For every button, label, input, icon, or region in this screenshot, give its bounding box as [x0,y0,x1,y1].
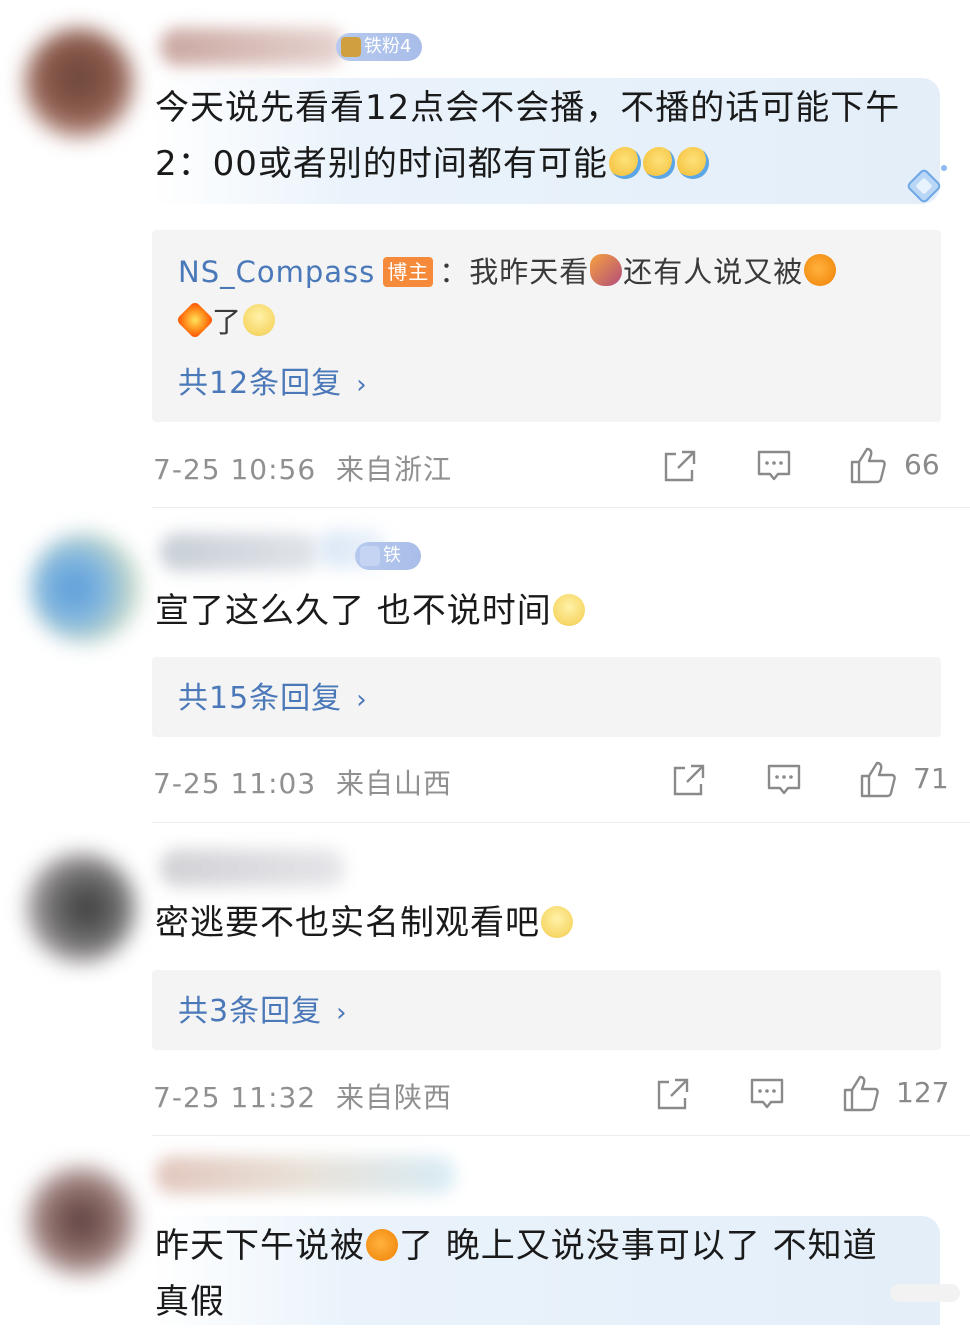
comment-time: 7-25 11:03 [153,767,317,800]
fan-badge-label: 铁粉4 [364,36,412,57]
chevron-right-icon: › [336,998,348,1028]
smile-emoji [541,906,573,938]
like-count: 71 [913,762,949,795]
orange-emoji [804,254,837,286]
reply-text-b: 还有人说又被 [623,255,804,289]
view-replies-link[interactable]: 共15条回复 › [178,673,368,717]
avatar[interactable] [24,28,134,138]
like-count: 127 [896,1076,950,1109]
reply-count-label: 共3条回复 [178,994,323,1029]
comment-icon[interactable] [749,1076,785,1112]
explosion-emoji [175,300,215,340]
comment-icon[interactable] [756,448,792,484]
comment-meta: 7-25 10:56 来自浙江 [153,448,452,488]
share-icon[interactable] [655,1076,691,1112]
badge-trophy-icon [341,37,361,57]
chevron-right-icon: › [356,685,368,715]
comment-time: 7-25 11:32 [153,1081,317,1114]
reply-author[interactable]: NS_Compass [178,255,375,289]
comment-text-body: 宣了这么久了 也不说时间 [155,591,552,631]
orange-emoji [366,1229,398,1261]
comment-time: 7-25 10:56 [153,453,317,486]
comment-meta: 7-25 11:03 来自山西 [153,762,452,802]
username[interactable] [155,1156,455,1194]
comment-item[interactable]: 铁粉4 今天说先看看12点会不会播，不播的话可能下午2：00或者别的时间都有可能… [0,0,970,508]
comment-item[interactable]: 密逃要不也实名制观看吧 共3条回复 › 7-25 11:32 来自陕西 127 [0,823,970,1136]
avatar[interactable] [26,1166,136,1276]
decoration-dots [890,1284,960,1302]
smile-emoji [243,304,276,336]
thumbs-up-icon[interactable] [841,1074,881,1114]
comment-text-b: 了 晚上又说没事可以了 不知道 [399,1226,878,1266]
reply-preview[interactable]: 共15条回复 › [152,657,941,737]
comment-icon[interactable] [766,762,802,798]
comment-text-c: 真假 [155,1282,225,1322]
reply-line: NS_Compass 博主 ：我昨天看 还有人说又被 [178,247,921,297]
reply-count-label: 共12条回复 [178,366,343,401]
comment-location: 来自浙江 [336,453,453,486]
comment-location: 来自山西 [336,767,453,800]
sweet-potato-emoji [590,254,623,286]
view-replies-link[interactable]: 共12条回复 › [178,358,368,402]
avatar[interactable] [26,853,136,963]
fan-badge: 铁粉2 [355,542,421,594]
comment-text: 密逃要不也实名制观看吧 [155,895,920,951]
comment-text: 昨天下午说被了 晚上又说没事可以了 不知道 真假 [155,1218,920,1330]
fan-badge: 铁粉4 [336,33,422,61]
reply-line-2: 了 [175,297,921,347]
laugh-cry-emoji [608,147,641,179]
laugh-cry-emoji [642,147,675,179]
badge-trophy-icon [360,546,380,566]
comment-text-a: 昨天下午说被 [155,1226,365,1266]
view-replies-link[interactable]: 共3条回复 › [178,986,348,1030]
chevron-right-icon: › [356,370,368,400]
thumbs-up-icon[interactable] [858,760,898,800]
comment-text-body: 密逃要不也实名制观看吧 [155,903,540,943]
username[interactable] [160,849,345,887]
avatar[interactable] [30,533,140,643]
reply-text-c: 了 [212,305,243,339]
laugh-cry-emoji [676,147,709,179]
like-count: 66 [904,448,940,481]
host-badge: 博主 [383,257,434,287]
comment-text-body: 今天说先看看12点会不会播，不播的话可能下午2：00或者别的时间都有可能 [155,88,901,184]
reply-preview[interactable]: NS_Compass 博主 ：我昨天看 还有人说又被 了 共12条回复 › [152,230,941,422]
comment-meta: 7-25 11:32 来自陕西 [153,1076,452,1116]
comment-location: 来自陕西 [336,1081,453,1114]
reply-preview[interactable]: 共3条回复 › [152,970,941,1050]
reply-text-a: ：我昨天看 [439,255,590,289]
smile-emoji [552,594,585,626]
thumbs-up-icon[interactable] [848,446,888,486]
comment-item[interactable]: 昨天下午说被了 晚上又说没事可以了 不知道 真假 [0,1136,970,1325]
comment-text: 宣了这么久了 也不说时间 [155,583,920,639]
share-icon[interactable] [662,448,698,484]
comment-item[interactable]: 铁粉2 宣了这么久了 也不说时间 共15条回复 › 7-25 11:03 来自山西… [0,508,970,823]
share-icon[interactable] [671,762,707,798]
username[interactable] [160,533,320,571]
comment-text: 今天说先看看12点会不会播，不播的话可能下午2：00或者别的时间都有可能 [155,80,920,192]
reply-count-label: 共15条回复 [178,681,343,716]
username[interactable] [160,28,345,66]
